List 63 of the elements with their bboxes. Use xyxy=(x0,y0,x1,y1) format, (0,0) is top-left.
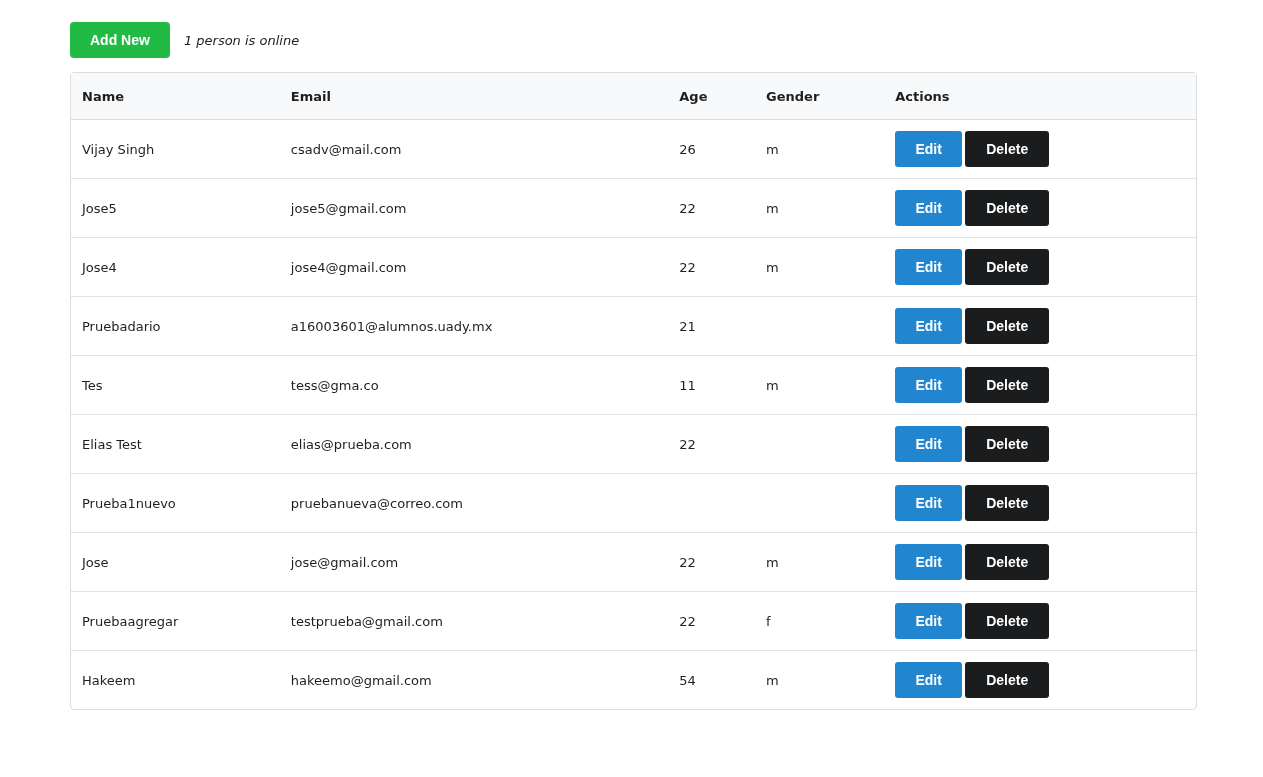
edit-button[interactable]: Edit xyxy=(895,603,963,639)
table-cell: a16003601@alumnos.uady.mx xyxy=(279,296,669,355)
table-cell: m xyxy=(755,178,885,237)
table-cell: 22 xyxy=(668,237,756,296)
table-cell: Tes xyxy=(71,355,280,414)
table-cell: elias@prueba.com xyxy=(279,414,669,473)
table-cell: hakeemo@gmail.com xyxy=(279,650,669,709)
email-header: Email xyxy=(279,73,669,120)
delete-button[interactable]: Delete xyxy=(965,603,1050,639)
name-header: Name xyxy=(71,73,280,120)
edit-button[interactable]: Edit xyxy=(895,662,963,698)
edit-button[interactable]: Edit xyxy=(895,485,963,521)
actions-header: Actions xyxy=(884,73,1196,120)
delete-button[interactable]: Delete xyxy=(965,662,1050,698)
table-cell: f xyxy=(755,591,885,650)
table-cell: m xyxy=(755,532,885,591)
table-cell: jose@gmail.com xyxy=(279,532,669,591)
table-cell: pruebanueva@correo.com xyxy=(279,473,669,532)
age-header: Age xyxy=(668,73,756,120)
edit-button[interactable]: Edit xyxy=(895,544,963,580)
table-cell: Jose xyxy=(71,532,280,591)
table-cell-text: csadv@mail.com xyxy=(289,140,403,159)
gender-header: Gender xyxy=(755,73,885,120)
delete-button[interactable]: Delete xyxy=(965,249,1050,285)
delete-button[interactable]: Delete xyxy=(965,308,1050,344)
add-new-button[interactable]: Add New xyxy=(70,22,170,58)
table-cell: 11 xyxy=(668,355,756,414)
delete-button[interactable]: Delete xyxy=(965,131,1050,167)
table-cell: 21 xyxy=(668,296,756,355)
table-cell: Jose4 xyxy=(71,237,280,296)
table-cell: m xyxy=(755,650,885,709)
table-cell: 54 xyxy=(668,650,756,709)
table-cell: Pruebadario xyxy=(71,296,280,355)
table-cell-text: Vijay Singh xyxy=(81,140,156,159)
table-cell: Hakeem xyxy=(71,650,280,709)
table-cell: Elias Test xyxy=(71,414,280,473)
table-cell: 22 xyxy=(668,414,756,473)
table-cell: 22 xyxy=(668,532,756,591)
delete-button[interactable]: Delete xyxy=(965,367,1050,403)
table-cell: jose5@gmail.com xyxy=(279,178,669,237)
table-cell-text: m xyxy=(765,140,780,159)
delete-button[interactable]: Delete xyxy=(965,190,1050,226)
delete-button[interactable]: Delete xyxy=(965,485,1050,521)
edit-button[interactable]: Edit xyxy=(895,426,963,462)
edit-button[interactable]: Edit xyxy=(895,131,963,167)
table-cell: 22 xyxy=(668,591,756,650)
table-cell: m xyxy=(755,237,885,296)
delete-button[interactable]: Delete xyxy=(965,426,1050,462)
delete-button[interactable]: Delete xyxy=(965,544,1050,580)
table-cell: 22 xyxy=(668,178,756,237)
table-cell-text: 26 xyxy=(678,140,697,159)
table-cell: m xyxy=(755,355,885,414)
table-cell: jose4@gmail.com xyxy=(279,237,669,296)
table-cell: tess@gma.co xyxy=(279,355,669,414)
edit-button[interactable]: Edit xyxy=(895,308,963,344)
table-cell: Jose5 xyxy=(71,178,280,237)
table-cell: Pruebaagregar xyxy=(71,591,280,650)
edit-button[interactable]: Edit xyxy=(895,190,963,226)
table-cell: Prueba1nuevo xyxy=(71,473,280,532)
online-status: 1 person is online xyxy=(183,32,300,48)
edit-button[interactable]: Edit xyxy=(895,367,963,403)
table-cell: testprueba@gmail.com xyxy=(279,591,669,650)
edit-button[interactable]: Edit xyxy=(895,249,963,285)
